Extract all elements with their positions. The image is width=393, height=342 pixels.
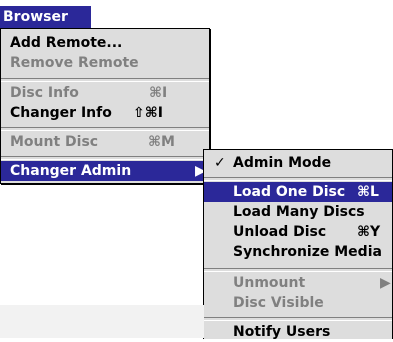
menu-item-mount-disc: Mount Disc ⌘M xyxy=(1,132,209,152)
menu-item-synchronize-media[interactable]: Synchronize Media xyxy=(204,242,392,262)
menu-item-unload-disc[interactable]: Unload Disc ⌘Y xyxy=(204,222,392,242)
menu-item-remove-remote: Remove Remote xyxy=(1,53,209,73)
menu-item-label: Notify Users xyxy=(233,324,331,340)
menu-item-shortcut: ⇧⌘I xyxy=(133,105,163,121)
menu-item-changer-info[interactable]: Changer Info ⇧⌘I xyxy=(1,103,209,123)
menu-item-disc-info: Disc Info ⌘I xyxy=(1,83,209,103)
menu-item-shortcut: ⌘L xyxy=(357,184,379,200)
menu-item-label: Changer Info xyxy=(10,105,112,121)
background-strip xyxy=(0,305,204,338)
menu-item-label: Load Many Discs xyxy=(233,204,365,220)
menu-separator xyxy=(204,317,392,321)
menu-item-label: Admin Mode xyxy=(233,155,332,171)
menu-separator xyxy=(1,156,209,160)
menu-item-label: Disc Visible xyxy=(233,295,324,311)
menu-item-label: Unload Disc xyxy=(233,224,327,240)
menu-item-label: Add Remote... xyxy=(10,35,123,51)
menu-item-label: Unmount xyxy=(233,275,306,291)
menu-item-label: Mount Disc xyxy=(10,134,99,150)
menu-separator xyxy=(1,78,209,82)
menu-item-label: Remove Remote xyxy=(10,55,139,71)
menu-item-shortcut: ⌘M xyxy=(148,134,175,150)
menu-item-admin-mode[interactable]: ✓ Admin Mode xyxy=(204,153,392,173)
menu-separator xyxy=(204,177,392,181)
menu-item-load-one-disc[interactable]: Load One Disc ⌘L xyxy=(204,182,392,202)
menu-item-load-many-discs[interactable]: Load Many Discs xyxy=(204,202,392,222)
menu-item-label: Changer Admin xyxy=(10,163,132,179)
menu-item-label: Disc Info xyxy=(10,85,79,101)
menu-item-label: Synchronize Media xyxy=(233,244,382,260)
menu-item-changer-admin[interactable]: Changer Admin ▶ xyxy=(1,161,209,181)
browser-menu-title[interactable]: Browser xyxy=(0,6,91,28)
menu-item-notify-users[interactable]: Notify Users xyxy=(204,322,392,342)
menu-item-disc-visible: Disc Visible xyxy=(204,293,392,313)
menu-item-shortcut: ⌘Y xyxy=(357,224,381,240)
menu-item-unmount: Unmount ▶ xyxy=(204,273,392,293)
browser-menu: Add Remote... Remove Remote Disc Info ⌘I… xyxy=(0,28,210,184)
submenu-arrow-icon: ▶ xyxy=(380,275,391,291)
changer-admin-submenu: ✓ Admin Mode Load One Disc ⌘L Load Many … xyxy=(203,149,393,342)
menu-separator xyxy=(204,268,392,272)
menu-item-add-remote[interactable]: Add Remote... xyxy=(1,33,209,53)
menu-separator xyxy=(1,127,209,131)
checkmark-icon: ✓ xyxy=(214,155,226,171)
menu-item-label: Load One Disc xyxy=(233,184,346,200)
menu-item-shortcut: ⌘I xyxy=(149,85,168,101)
